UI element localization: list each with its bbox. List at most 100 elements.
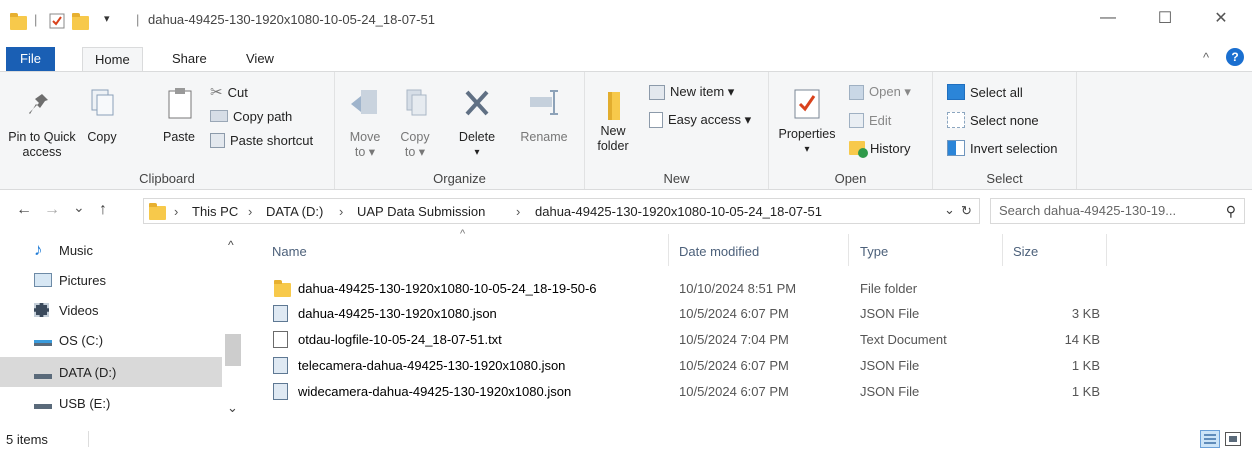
scroll-thumb[interactable] xyxy=(225,334,241,366)
maximize-button[interactable]: ☐ xyxy=(1142,0,1188,36)
nav-item-os-c[interactable]: OS (C:) xyxy=(0,327,222,353)
column-divider[interactable] xyxy=(1106,234,1107,266)
table-row[interactable]: dahua-49425-130-1920x1080-10-05-24_18-19… xyxy=(258,276,1108,301)
pin-to-quick-access-button[interactable]: Pin to Quick access xyxy=(8,86,76,160)
close-button[interactable]: ✕ xyxy=(1198,0,1244,36)
nav-item-pictures[interactable]: Pictures xyxy=(0,267,222,293)
delete-dropdown-icon[interactable]: ▾ xyxy=(452,145,502,160)
properties-button[interactable]: Properties ▾ xyxy=(775,86,839,157)
history-button[interactable]: History xyxy=(849,138,910,158)
details-view-icon[interactable] xyxy=(1200,430,1220,448)
nav-item-usb-e[interactable]: USB (E:) xyxy=(0,390,222,416)
copy-path-button[interactable]: Copy path xyxy=(210,106,292,126)
column-divider[interactable] xyxy=(668,234,669,266)
tab-view[interactable]: View xyxy=(234,47,286,71)
json-file-icon xyxy=(273,383,288,400)
nav-item-videos[interactable]: Videos xyxy=(0,297,222,323)
new-folder-icon[interactable] xyxy=(72,13,89,30)
copy-icon xyxy=(91,89,114,116)
select-all-label: Select all xyxy=(970,84,1023,100)
cut-button[interactable]: ✂ Cut xyxy=(210,82,248,102)
open-button[interactable]: Open ▾ xyxy=(849,82,911,102)
scroll-up-icon[interactable]: ^ xyxy=(228,238,234,252)
edit-button[interactable]: Edit xyxy=(849,110,891,130)
title-bar: | ▾ | dahua-49425-130-1920x1080-10-05-24… xyxy=(0,0,1252,44)
breadcrumb-uap-data-submission[interactable]: UAP Data Submission xyxy=(357,204,485,219)
rename-button[interactable]: Rename xyxy=(514,86,574,145)
cut-label: Cut xyxy=(227,84,248,100)
breadcrumb-data-d[interactable]: DATA (D:) xyxy=(266,204,323,219)
column-header-date-modified[interactable]: Date modified xyxy=(679,244,759,259)
delete-button[interactable]: Delete ▾ xyxy=(452,86,502,160)
refresh-icon[interactable]: ↻ xyxy=(961,203,972,219)
new-folder-label-2: folder xyxy=(597,139,629,153)
file-type: JSON File xyxy=(860,384,920,399)
select-none-button[interactable]: Select none xyxy=(947,110,1039,130)
back-icon[interactable]: ← xyxy=(16,201,32,219)
file-size: 14 KB xyxy=(1064,332,1100,347)
tab-share[interactable]: Share xyxy=(160,47,219,71)
rename-icon xyxy=(530,90,558,115)
help-icon[interactable]: ? xyxy=(1226,48,1244,66)
window-title: dahua-49425-130-1920x1080-10-05-24_18-07… xyxy=(148,12,435,27)
folder-icon xyxy=(10,13,27,30)
search-input[interactable]: Search dahua-49425-130-19... ⚲ xyxy=(990,198,1245,224)
pictures-icon xyxy=(34,273,52,287)
tab-file[interactable]: File xyxy=(6,47,55,71)
minimize-button[interactable]: — xyxy=(1085,0,1131,36)
table-row[interactable]: dahua-49425-130-1920x1080.json 10/5/2024… xyxy=(258,301,1108,326)
nav-item-music[interactable]: ♪ Music xyxy=(0,237,222,263)
copy-path-label: Copy path xyxy=(233,108,293,124)
properties-dropdown-icon[interactable]: ▾ xyxy=(775,142,839,157)
select-all-button[interactable]: Select all xyxy=(947,82,1023,102)
history-icon xyxy=(849,141,868,158)
breadcrumb-current-folder[interactable]: dahua-49425-130-1920x1080-10-05-24_18-07… xyxy=(535,204,822,219)
paste-button[interactable]: Paste xyxy=(156,86,202,145)
tab-home[interactable]: Home xyxy=(82,47,143,71)
breadcrumb-separator-icon[interactable]: › xyxy=(174,204,178,219)
easy-access-button[interactable]: Easy access ▾ xyxy=(649,110,751,130)
breadcrumb-separator-icon[interactable]: › xyxy=(248,204,252,219)
file-name: widecamera-dahua-49425-130-1920x1080.jso… xyxy=(298,384,572,399)
nav-scrollbar[interactable]: ^ ⌄ xyxy=(222,230,243,427)
address-bar[interactable]: › This PC › DATA (D:) › UAP Data Submiss… xyxy=(143,198,980,224)
collapse-ribbon-icon[interactable]: ^ xyxy=(1203,50,1209,65)
column-header-name[interactable]: Name xyxy=(272,244,307,259)
paste-shortcut-button[interactable]: Paste shortcut xyxy=(210,130,313,150)
address-dropdown-icon[interactable]: ⌄ xyxy=(944,202,955,218)
column-header-size[interactable]: Size xyxy=(1013,244,1038,259)
file-type: Text Document xyxy=(860,332,947,347)
up-icon[interactable]: ↑ xyxy=(99,201,107,219)
close-icon: ✕ xyxy=(1214,10,1228,27)
breadcrumb-separator-icon[interactable]: › xyxy=(339,204,343,219)
copy-to-button[interactable]: Copy to ▾ xyxy=(395,86,435,160)
column-divider[interactable] xyxy=(1002,234,1003,266)
invert-selection-button[interactable]: Invert selection xyxy=(947,138,1057,158)
recent-locations-icon[interactable]: ⌄ xyxy=(73,199,85,216)
scroll-down-icon[interactable]: ⌄ xyxy=(227,400,238,416)
table-row[interactable]: otdau-logfile-10-05-24_18-07-51.txt 10/5… xyxy=(258,327,1108,352)
properties-check-icon[interactable] xyxy=(49,13,65,29)
column-divider[interactable] xyxy=(848,234,849,266)
large-icons-view-icon[interactable] xyxy=(1225,432,1241,446)
search-icon[interactable]: ⚲ xyxy=(1226,203,1236,220)
breadcrumb-this-pc[interactable]: This PC xyxy=(192,204,238,219)
forward-icon[interactable]: → xyxy=(44,201,60,219)
table-row[interactable]: telecamera-dahua-49425-130-1920x1080.jso… xyxy=(258,353,1108,378)
music-icon: ♪ xyxy=(34,240,43,259)
nav-item-data-d[interactable]: DATA (D:) xyxy=(0,357,222,387)
edit-icon xyxy=(849,112,864,128)
move-to-label-1: Move xyxy=(349,130,381,144)
select-group: Select all Select none Invert selection … xyxy=(933,72,1077,189)
new-group: New folder New item ▾ Easy access ▾ New xyxy=(585,72,769,189)
new-folder-button[interactable]: New folder xyxy=(593,86,633,154)
column-header-type[interactable]: Type xyxy=(860,244,888,259)
new-item-button[interactable]: New item ▾ xyxy=(649,82,734,102)
copy-button[interactable]: Copy xyxy=(82,86,122,145)
table-row[interactable]: widecamera-dahua-49425-130-1920x1080.jso… xyxy=(258,379,1108,404)
edit-label: Edit xyxy=(869,112,892,128)
copy-label: Copy xyxy=(87,130,117,144)
breadcrumb-separator-icon[interactable]: › xyxy=(516,204,520,219)
customize-quick-access-icon[interactable]: ▾ xyxy=(104,12,110,25)
move-to-button[interactable]: Move to ▾ xyxy=(345,86,385,160)
